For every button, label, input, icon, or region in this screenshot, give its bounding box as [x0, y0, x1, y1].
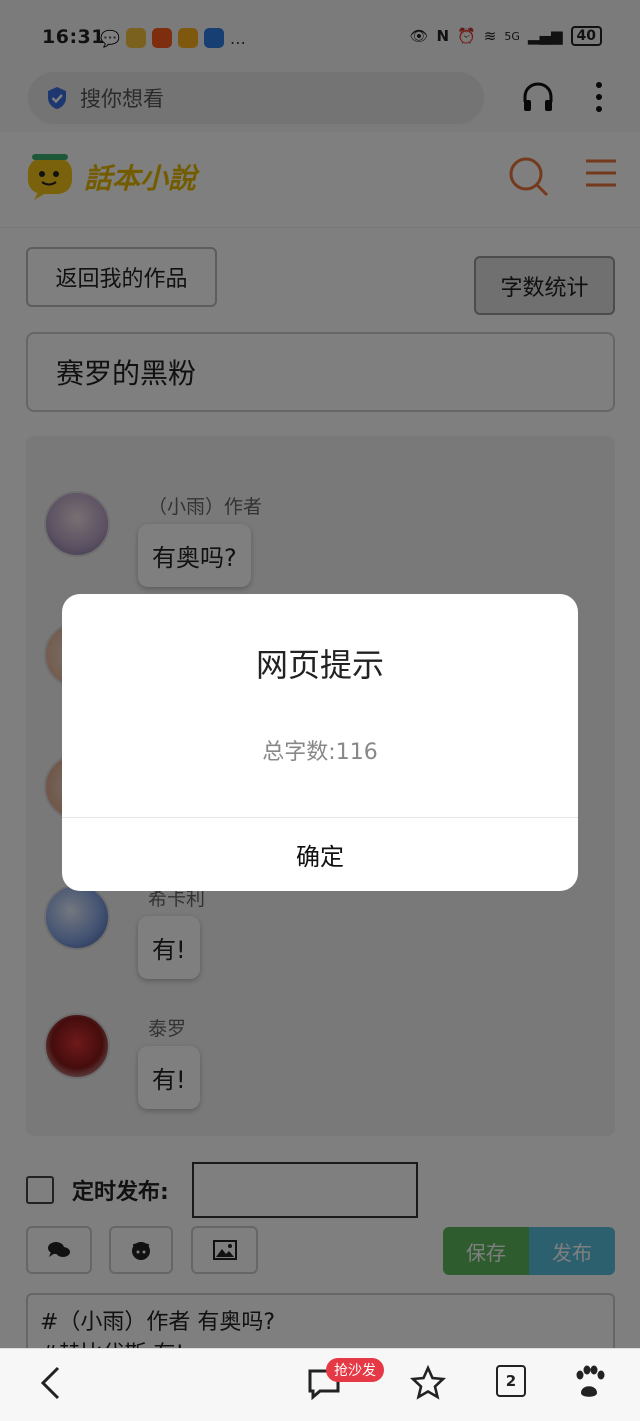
tab-count: 2	[505, 1372, 517, 1390]
dialog-ok-button[interactable]: 确定	[62, 818, 578, 891]
tabs-button[interactable]: 2	[496, 1365, 526, 1397]
star-icon[interactable]	[410, 1365, 446, 1401]
alert-dialog: 网页提示 总字数:116 确定	[62, 594, 578, 891]
paw-icon[interactable]	[572, 1365, 606, 1399]
back-icon[interactable]	[38, 1365, 62, 1401]
dialog-title: 网页提示	[255, 646, 384, 684]
dialog-message: 总字数:116	[262, 740, 378, 765]
comment-badge: 抢沙发	[326, 1358, 384, 1382]
bottom-nav: 2	[0, 1348, 640, 1421]
